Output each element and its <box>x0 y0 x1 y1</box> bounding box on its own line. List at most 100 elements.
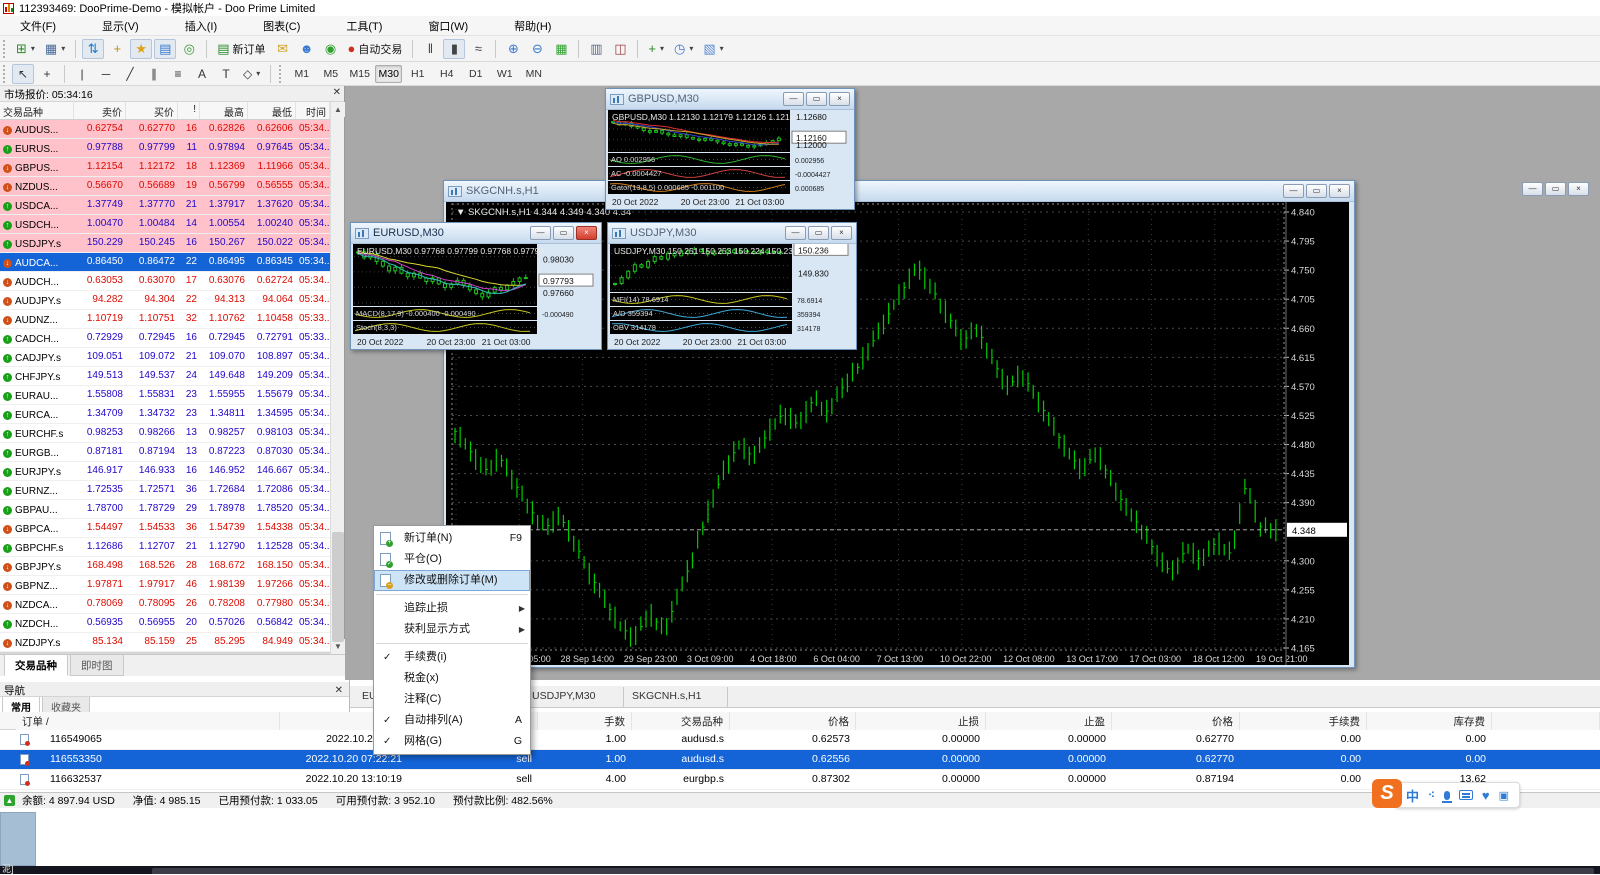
cascade-windows-button[interactable]: ▥ <box>585 39 607 59</box>
minimize-button[interactable]: — <box>1522 182 1543 196</box>
metaeditor-button[interactable]: ✉ <box>272 39 294 59</box>
crosshair-tool-button[interactable]: + <box>36 64 58 84</box>
orders-col-lots[interactable]: 手数 <box>538 712 632 730</box>
menu-item-文件(F)[interactable]: 文件(F) <box>8 16 68 36</box>
cursor-tool-button[interactable]: ↖ <box>12 64 34 84</box>
timeframe-MN-button[interactable]: MN <box>520 65 547 83</box>
microphone-icon[interactable] <box>1444 791 1450 800</box>
market-watch-row[interactable]: ↑EURNZ...1.725351.72571361.726841.720860… <box>0 481 330 500</box>
mw-col-![interactable]: ! <box>178 102 200 119</box>
orders-col-tp[interactable]: 止盈 <box>986 712 1112 730</box>
orders-col-profit[interactable] <box>1492 712 1600 730</box>
order-row-116632537[interactable]: 1166325372022.10.20 13:10:19sell4.00eurg… <box>0 770 1600 790</box>
orders-col-price2[interactable]: 价格 <box>1112 712 1240 730</box>
close-button[interactable]: × <box>576 226 597 240</box>
menu-item-图表(C)[interactable]: 图表(C) <box>251 16 312 36</box>
horizontal-line-tool-button[interactable]: ─ <box>95 64 117 84</box>
context-menu-item[interactable]: 获利显示方式▶ <box>374 619 530 640</box>
market-watch-row[interactable]: ↑CADJPY.s109.051109.07221109.070108.8970… <box>0 348 330 367</box>
id-card-icon[interactable]: ▣ <box>1499 789 1509 802</box>
shapes-tool-button[interactable]: ◇▾ <box>239 64 264 84</box>
orders-col-commission[interactable]: 手续费 <box>1240 712 1367 730</box>
market-watch-row[interactable]: ↑EURCA...1.347091.34732231.348111.345950… <box>0 405 330 424</box>
market-watch-row[interactable]: ↑EURGB...0.871810.87194130.872230.870300… <box>0 443 330 462</box>
timeframe-W1-button[interactable]: W1 <box>491 65 518 83</box>
profiles-button[interactable]: ▦▾ <box>41 39 69 59</box>
orders-col-price[interactable]: 价格 <box>730 712 856 730</box>
ime-language-toggle[interactable]: 中 <box>1406 786 1419 805</box>
periods-button[interactable]: ◷▾ <box>670 39 697 59</box>
indicators-button[interactable]: +▾ <box>644 39 668 59</box>
market-watch-scrollbar[interactable]: ▲ ▼ <box>330 102 344 654</box>
market-watch-row[interactable]: ↓AUDNZ...1.107191.10751321.107621.104580… <box>0 310 330 329</box>
menu-item-帮助(H)[interactable]: 帮助(H) <box>502 16 563 36</box>
restore-button[interactable]: ▭ <box>1306 184 1327 198</box>
orders-col-swap[interactable]: 库存费 <box>1367 712 1492 730</box>
sogou-logo[interactable]: S <box>1372 779 1402 808</box>
mw-col-最低[interactable]: 最低 <box>248 102 296 119</box>
data-window-button[interactable]: + <box>106 39 128 59</box>
text-tool-button[interactable]: A <box>191 64 213 84</box>
market-watch-row[interactable]: ↑CHFJPY.s149.513149.53724149.648149.2090… <box>0 367 330 386</box>
window-title-bar[interactable]: SKGCNH.s,H1—▭× <box>444 181 1354 202</box>
line-chart-button[interactable]: ≈ <box>467 39 489 59</box>
equidistant-channel-tool-button[interactable]: ∥ <box>143 64 165 84</box>
market-watch-row[interactable]: ↑USDCA...1.377491.37770211.379171.376200… <box>0 196 330 215</box>
close-icon[interactable]: ✕ <box>335 685 343 696</box>
window-tab-USDJPY,M30[interactable]: USDJPY,M30 <box>524 687 624 707</box>
minimize-button[interactable]: — <box>783 92 804 106</box>
close-icon[interactable]: ✕ <box>333 87 341 98</box>
timeframe-H1-button[interactable]: H1 <box>404 65 431 83</box>
market-watch-row[interactable]: ↑EURJPY.s146.917146.93316146.952146.6670… <box>0 462 330 481</box>
timeframe-H4-button[interactable]: H4 <box>433 65 460 83</box>
scroll-up-icon[interactable]: ▲ <box>331 102 345 117</box>
new-order-button[interactable]: ▤新订单 <box>213 39 269 59</box>
mw-col-买价[interactable]: 买价 <box>126 102 178 119</box>
minimize-button[interactable]: — <box>530 226 551 240</box>
context-menu-item[interactable]: 追踪止损▶ <box>374 598 530 619</box>
tab-交易品种[interactable]: 交易品种 <box>4 655 68 676</box>
close-button[interactable]: × <box>1568 182 1589 196</box>
market-watch-row[interactable]: ↓GBPNZ...1.978711.97917461.981391.972660… <box>0 576 330 595</box>
context-menu-item[interactable]: ✓自动排列(A)A <box>374 710 530 731</box>
market-watch-row[interactable]: ↓AUDJPY.s94.28294.3042294.31394.06405:34… <box>0 291 330 310</box>
market-watch-row[interactable]: ↓AUDCH...0.630530.63070170.630760.627240… <box>0 272 330 291</box>
mw-col-交易品种[interactable]: 交易品种 <box>0 102 74 119</box>
market-watch-row[interactable]: ↓NZDCA...0.780690.78095260.782080.779800… <box>0 595 330 614</box>
market-watch-row[interactable]: ↓AUDUS...0.627540.62770160.628260.626060… <box>0 120 330 139</box>
orders-col-symbol[interactable]: 交易品种 <box>632 712 730 730</box>
context-menu-item[interactable]: ✓平仓(O) <box>374 549 530 570</box>
market-watch-row[interactable]: ↑EURAU...1.558081.55831231.559551.556790… <box>0 386 330 405</box>
window-title-bar[interactable]: EURUSD,M30—▭× <box>351 223 601 244</box>
strategy-tester-button[interactable]: ◎ <box>178 39 200 59</box>
tab-即时图[interactable]: 即时图 <box>70 655 124 676</box>
chart-canvas-gbpusd-m30[interactable]: GBPUSD,M30 1.12130 1.12179 1.12126 1.121… <box>608 110 852 207</box>
context-menu-item[interactable]: 注释(C) <box>374 689 530 710</box>
timeframe-D1-button[interactable]: D1 <box>462 65 489 83</box>
order-row-116549065[interactable]: 1165490652022.10.20 07:11.00audusd.s0.62… <box>0 730 1600 750</box>
restore-button[interactable]: ▭ <box>806 92 827 106</box>
timeframe-M30-button[interactable]: M30 <box>375 65 402 83</box>
zoom-out-button[interactable]: ⊖ <box>526 39 548 59</box>
tile-windows-button[interactable]: ▦ <box>550 39 572 59</box>
timeframe-M1-button[interactable]: M1 <box>288 65 315 83</box>
navigator-button[interactable]: ★ <box>130 39 152 59</box>
market-watch-row[interactable]: ↓NZDJPY.s85.13485.1592585.29584.94905:34… <box>0 633 330 652</box>
fibonacci-tool-button[interactable]: ≡ <box>167 64 189 84</box>
context-menu-item[interactable]: ✓手续费(i) <box>374 647 530 668</box>
menu-item-工具(T)[interactable]: 工具(T) <box>334 16 394 36</box>
market-watch-row[interactable]: ↑CADCH...0.729290.72945160.729450.727910… <box>0 329 330 348</box>
market-watch-row[interactable]: ↓GBPCA...1.544971.54533361.547391.543380… <box>0 519 330 538</box>
orders-col-sl[interactable]: 止损 <box>856 712 986 730</box>
timeframe-M15-button[interactable]: M15 <box>346 65 373 83</box>
restore-button[interactable]: ▭ <box>1545 182 1566 196</box>
minimize-button[interactable]: — <box>785 226 806 240</box>
window-tab-SKGCNH.s,H1[interactable]: SKGCNH.s,H1 <box>624 687 728 707</box>
ime-cursor-icon[interactable]: ⁖ <box>1428 790 1435 801</box>
taskbar-tray[interactable] <box>152 868 1594 874</box>
mw-col-时间[interactable]: 时间 <box>296 102 330 119</box>
window-title-bar[interactable]: GBPUSD,M30—▭× <box>606 89 854 110</box>
mw-col-最高[interactable]: 最高 <box>200 102 248 119</box>
templates-button[interactable]: ▧▾ <box>699 39 727 59</box>
close-button[interactable]: × <box>829 92 850 106</box>
